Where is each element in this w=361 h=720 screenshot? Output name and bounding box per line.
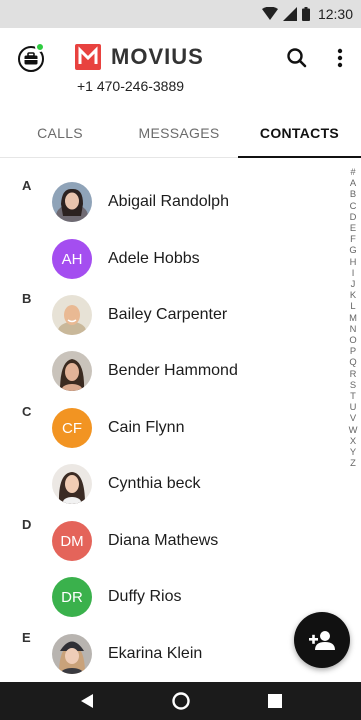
index-letter[interactable]: B xyxy=(350,188,356,199)
battery-icon xyxy=(301,7,310,21)
index-letter[interactable]: L xyxy=(350,300,355,311)
index-letter[interactable]: O xyxy=(349,334,356,345)
tab-contacts[interactable]: CONTACTS xyxy=(238,108,361,158)
contact-photo xyxy=(52,295,92,335)
wifi-icon xyxy=(261,7,278,20)
index-letter[interactable]: F xyxy=(350,233,356,244)
cellular-signal-icon xyxy=(282,7,297,21)
index-letter[interactable]: E xyxy=(350,222,356,233)
contact-row[interactable]: AH Adele Hobbs xyxy=(0,239,340,295)
contact-name: Duffy Rios xyxy=(108,588,182,605)
index-letter[interactable]: C xyxy=(350,200,357,211)
contact-name: Cain Flynn xyxy=(108,419,185,436)
contact-row[interactable]: Bailey Carpenter xyxy=(0,295,340,351)
index-letter[interactable]: Z xyxy=(350,457,356,468)
system-navigation-bar xyxy=(0,682,361,720)
contact-row[interactable]: Cynthia beck xyxy=(0,464,340,520)
search-icon[interactable] xyxy=(284,45,310,71)
contact-name: Bailey Carpenter xyxy=(108,306,228,323)
alphabet-index-scrollbar[interactable]: # A B C D E F G H I J K L M N O P Q R S T U V W X Y Z xyxy=(346,166,360,468)
index-letter[interactable]: G xyxy=(349,244,356,255)
app-header: MOVIUS +1 470-246-3889 xyxy=(0,28,361,106)
index-letter[interactable]: V xyxy=(350,412,356,423)
contacts-list: A B C D E Abigail Randolph AH Adele Hobb… xyxy=(0,158,361,682)
add-contact-button[interactable] xyxy=(294,612,350,668)
contact-initials-avatar: DM xyxy=(52,521,92,561)
index-letter[interactable]: X xyxy=(350,435,356,446)
add-contact-icon xyxy=(309,631,335,650)
index-letter[interactable]: S xyxy=(350,379,356,390)
index-letter[interactable]: H xyxy=(350,256,357,267)
contact-photo xyxy=(52,464,92,504)
index-letter[interactable]: W xyxy=(349,424,358,435)
index-letter[interactable]: I xyxy=(352,267,355,278)
index-letter[interactable]: T xyxy=(350,390,356,401)
presence-status-dot xyxy=(35,42,45,52)
more-options-icon[interactable] xyxy=(330,45,350,71)
brand: MOVIUS xyxy=(75,44,204,70)
contact-row[interactable]: CF Cain Flynn xyxy=(0,408,340,464)
index-letter[interactable]: J xyxy=(351,278,356,289)
contact-row[interactable]: DR Duffy Rios xyxy=(0,577,340,633)
index-letter[interactable]: U xyxy=(350,401,357,412)
index-letter[interactable]: M xyxy=(349,312,357,323)
status-bar: 12:30 xyxy=(0,0,361,28)
index-letter[interactable]: P xyxy=(350,345,356,356)
index-letter[interactable]: # xyxy=(350,166,355,177)
movius-logo-icon xyxy=(75,44,101,70)
tab-messages[interactable]: MESSAGES xyxy=(120,108,238,157)
contact-row[interactable]: Bender Hammond xyxy=(0,351,340,407)
contact-name: Abigail Randolph xyxy=(108,193,229,210)
index-letter[interactable]: N xyxy=(350,323,357,334)
index-letter[interactable]: K xyxy=(350,289,356,300)
contact-name: Cynthia beck xyxy=(108,475,201,492)
contact-photo xyxy=(52,634,92,674)
contact-photo xyxy=(52,351,92,391)
contact-row[interactable]: Abigail Randolph xyxy=(0,182,340,238)
contact-name: Diana Mathews xyxy=(108,532,219,549)
contact-initials-avatar: CF xyxy=(52,408,92,448)
contact-name: Bender Hammond xyxy=(108,362,238,379)
contact-initials-avatar: AH xyxy=(52,239,92,279)
index-letter[interactable]: Q xyxy=(349,356,356,367)
index-letter[interactable]: Y xyxy=(350,446,356,457)
contact-name: Adele Hobbs xyxy=(108,250,200,267)
contact-row[interactable]: Ekarina Klein xyxy=(0,634,340,682)
contact-initials-avatar: DR xyxy=(52,577,92,617)
recents-icon[interactable] xyxy=(267,693,283,709)
own-phone-number: +1 470-246-3889 xyxy=(77,78,185,94)
tab-calls[interactable]: CALLS xyxy=(0,108,120,157)
contact-name: Ekarina Klein xyxy=(108,645,203,662)
index-letter[interactable]: R xyxy=(350,368,357,379)
tab-bar: CALLS MESSAGES CONTACTS xyxy=(0,108,361,158)
brand-name: MOVIUS xyxy=(111,44,204,69)
back-icon[interactable] xyxy=(78,692,96,710)
home-icon[interactable] xyxy=(172,692,191,710)
index-letter[interactable]: A xyxy=(350,177,356,188)
index-letter[interactable]: D xyxy=(350,211,357,222)
contact-photo xyxy=(52,182,92,222)
status-time: 12:30 xyxy=(317,6,353,22)
contact-row[interactable]: DM Diana Mathews xyxy=(0,521,340,577)
